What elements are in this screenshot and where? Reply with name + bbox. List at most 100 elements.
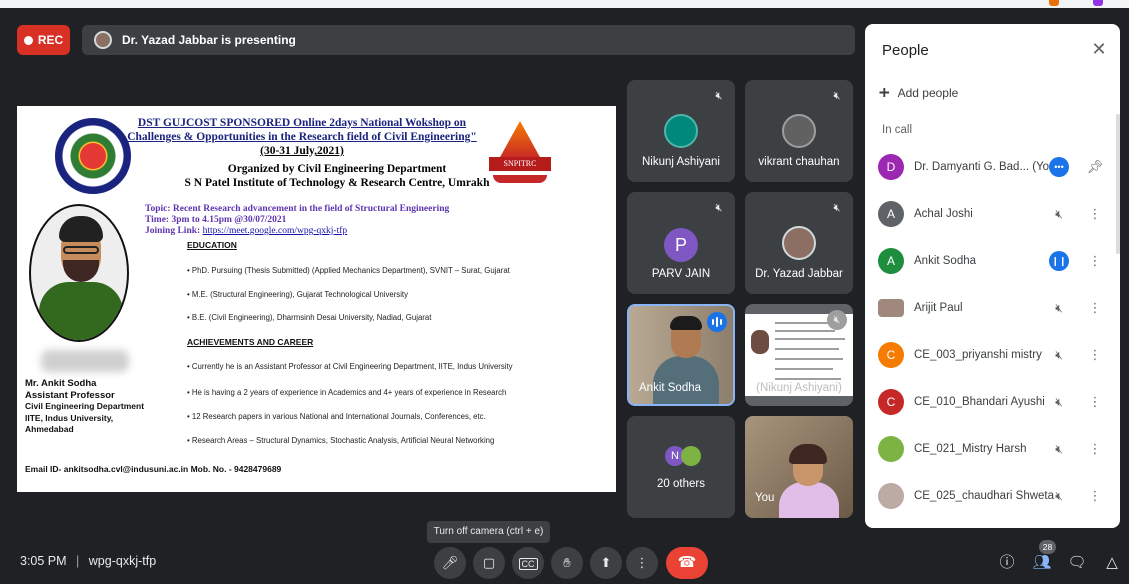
pin-icon[interactable]: 📌︎: [1085, 157, 1105, 177]
captions-icon: CC: [518, 558, 538, 570]
participant-tile-others[interactable]: N 20 others: [627, 416, 735, 518]
mic-off-icon: 🔇︎: [1055, 395, 1063, 409]
mic-off-icon: 🔇︎: [1055, 348, 1063, 362]
participant-name: CE_003_priyanshi mistry: [914, 349, 1042, 361]
clock-time: 3:05 PM: [20, 554, 67, 568]
mic-off-icon: 🔇︎: [833, 90, 841, 102]
participant-name: You: [755, 492, 775, 504]
education-item: • PhD. Pursuing (Thesis Submitted) (Appl…: [187, 266, 510, 275]
participant-name: CE_025_chaudhari Shweta: [914, 490, 1055, 502]
participant-name: Ankit Sodha: [639, 382, 702, 394]
more-options-button[interactable]: ⋮: [626, 547, 658, 579]
participant-tile-ankit[interactable]: Ankit Sodha: [627, 304, 735, 406]
mic-off-icon: 🔇︎: [715, 202, 723, 214]
more-options-icon[interactable]: ⋮: [1085, 298, 1105, 318]
activities-icon: △: [1106, 554, 1118, 571]
avatar: [878, 436, 904, 462]
people-button[interactable]: 👥︎: [1029, 550, 1055, 576]
participant-tile-nikunj[interactable]: 🔇︎ Nikunj Ashiyani: [627, 80, 735, 182]
participant-row[interactable]: A Achal Joshi 🔇︎ ⋮: [865, 195, 1120, 235]
slide-topic: Topic: Recent Research advancement in th…: [145, 204, 450, 236]
presenting-bar: Dr. Yazad Jabbar is presenting: [82, 25, 855, 55]
meeting-details-button[interactable]: ⓘ: [994, 550, 1020, 576]
avatar: P: [664, 228, 698, 262]
more-options-icon[interactable]: ⋮: [1085, 251, 1105, 271]
separator: |: [76, 554, 80, 568]
more-options-icon[interactable]: ⋮: [1085, 392, 1105, 412]
close-icon[interactable]: ✕: [1088, 38, 1110, 60]
participant-tile-vikrant[interactable]: 🔇︎ vikrant chauhan: [745, 80, 853, 182]
avatar: [782, 226, 816, 260]
speaker-info: Mr. Ankit Sodha Assistant Professor Civi…: [25, 378, 145, 434]
participant-row[interactable]: Arijit Paul 🔇︎ ⋮: [865, 289, 1120, 329]
participant-row[interactable]: A Ankit Sodha ❙❙ ⋮: [865, 242, 1120, 282]
mic-off-icon: 🔇︎: [1055, 489, 1063, 503]
more-options-icon[interactable]: ⋮: [1085, 204, 1105, 224]
more-dots-icon[interactable]: •••: [1049, 157, 1069, 177]
mic-off-icon: 🔇︎: [1055, 301, 1063, 315]
info-icon: ⓘ: [999, 554, 1015, 571]
participant-row[interactable]: CE_025_chaudhari Shweta 🔇︎ ⋮: [865, 477, 1120, 517]
avatar: [878, 299, 904, 317]
add-person-icon: ➕︎: [879, 84, 890, 100]
extension-icon[interactable]: [1049, 0, 1059, 6]
browser-strip: [0, 0, 1129, 8]
camera-button[interactable]: ▢: [473, 547, 505, 579]
participant-row[interactable]: C CE_010_Bhandari Ayushi 🔇︎ ⋮: [865, 383, 1120, 423]
more-options-icon[interactable]: ⋮: [1085, 486, 1105, 506]
raise-hand-button[interactable]: ✋︎: [551, 547, 583, 579]
slide-heading: DST GUJCOST SPONSORED Online 2days Natio…: [127, 117, 477, 157]
participant-count-badge: 28: [1039, 540, 1056, 554]
more-vert-icon: ⋮: [635, 555, 649, 570]
blurred-signature: [41, 350, 129, 372]
achievement-item: • 12 Research papers in various National…: [187, 412, 486, 421]
participant-tile-yazad[interactable]: 🔇︎ Dr. Yazad Jabbar: [745, 192, 853, 294]
participant-tile-you[interactable]: You: [745, 416, 853, 518]
education-item: • B.E. (Civil Engineering), Dharmsinh De…: [187, 313, 432, 322]
participant-tile-parv[interactable]: 🔇︎ P PARV JAIN: [627, 192, 735, 294]
profile-icon[interactable]: [1093, 0, 1103, 6]
participant-name: Dr. Yazad Jabbar: [755, 268, 843, 280]
add-people-button[interactable]: ➕︎ Add people: [879, 84, 958, 101]
participant-name: Arijit Paul: [914, 302, 963, 314]
presenting-text: Dr. Yazad Jabbar is presenting: [122, 33, 296, 47]
participant-name: CE_021_Mistry Harsh: [914, 443, 1027, 455]
participant-tile-nikunj-presentation[interactable]: 🔇︎ (Nikunj Ashiyani): [745, 304, 853, 406]
camera-icon: ▢: [482, 555, 496, 570]
participant-name: Nikunj Ashiyani: [642, 156, 720, 168]
avatar: A: [878, 248, 904, 274]
activities-button[interactable]: △: [1099, 550, 1125, 576]
leave-call-button[interactable]: ☎︎: [666, 547, 708, 579]
present-now-button[interactable]: ⬆︎: [590, 547, 622, 579]
participant-name: (Nikunj Ashiyani): [756, 382, 842, 394]
slide-organizer: Organized by Civil Engineering Departmen…: [184, 163, 490, 189]
in-call-heading: In call: [882, 124, 913, 136]
end-call-icon: ☎︎: [677, 554, 697, 571]
participant-name: 20 others: [657, 478, 705, 490]
joining-link: https://meet.google.com/wpg-qxkj-tfp: [202, 226, 348, 236]
avatar: C: [878, 342, 904, 368]
meeting-code: wpg-qxkj-tfp: [88, 554, 157, 568]
mic-off-icon: 🔇︎: [827, 310, 847, 330]
add-people-label: Add people: [897, 85, 959, 100]
avatar: D: [878, 154, 904, 180]
present-icon: ⬆︎: [600, 555, 612, 570]
presenter-avatar: [94, 31, 112, 49]
more-options-icon[interactable]: ⋮: [1085, 439, 1105, 459]
captions-button[interactable]: CC: [512, 547, 544, 579]
participant-row[interactable]: C CE_003_priyanshi mistry 🔇︎ ⋮: [865, 336, 1120, 376]
panel-title: People: [882, 42, 929, 59]
recording-badge[interactable]: REC: [17, 25, 70, 55]
chat-button[interactable]: 🗨︎: [1064, 550, 1090, 576]
meeting-info: 3:05 PM | wpg-qxkj-tfp: [20, 554, 156, 568]
mic-off-icon: 🔇︎: [833, 202, 841, 214]
participant-row[interactable]: D Dr. Damyanti G. Bad... (You) ••• 📌︎: [865, 148, 1120, 188]
more-options-icon[interactable]: ⋮: [1085, 345, 1105, 365]
achievement-item: • He is having a 2 years of experience i…: [187, 388, 507, 397]
shared-screen[interactable]: SNPITRC DST GUJCOST SPONSORED Online 2da…: [17, 106, 616, 492]
microphone-button[interactable]: 🎤︎: [434, 547, 466, 579]
participant-row[interactable]: CE_021_Mistry Harsh 🔇︎ ⋮: [865, 430, 1120, 470]
speaking-indicator-icon: [707, 312, 727, 332]
participant-name: Achal Joshi: [914, 208, 973, 220]
recording-label: REC: [37, 33, 64, 47]
